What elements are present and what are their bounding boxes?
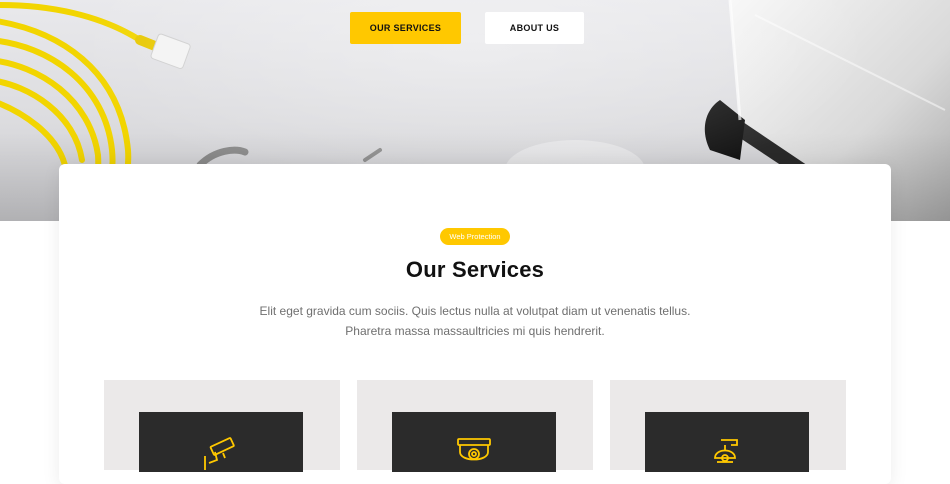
subtitle-line-1: Elit eget gravida cum sociis. Quis lectu… bbox=[259, 304, 691, 318]
dome-camera-icon bbox=[457, 438, 491, 461]
subtitle-line-2: Pharetra massa massaultricies mi quis he… bbox=[345, 324, 605, 338]
web-protection-badge: Web Protection bbox=[440, 228, 510, 245]
service-tile-1 bbox=[139, 412, 303, 472]
section-title: Our Services bbox=[405, 257, 545, 282]
our-services-button[interactable]: OUR SERVICES bbox=[350, 12, 461, 44]
ptz-camera-icon bbox=[714, 439, 738, 463]
service-card-3[interactable] bbox=[610, 380, 846, 472]
about-us-button[interactable]: ABOUT US bbox=[485, 12, 584, 44]
hero-buttons: OUR SERVICES ABOUT US bbox=[350, 12, 584, 44]
service-card-1[interactable] bbox=[104, 380, 340, 472]
security-camera-icon bbox=[204, 437, 235, 470]
service-tile-2 bbox=[392, 412, 556, 472]
service-card-2[interactable] bbox=[357, 380, 593, 472]
section-subtitle: Elit eget gravida cum sociis. Quis lectu… bbox=[0, 301, 950, 341]
service-tile-3 bbox=[645, 412, 809, 472]
